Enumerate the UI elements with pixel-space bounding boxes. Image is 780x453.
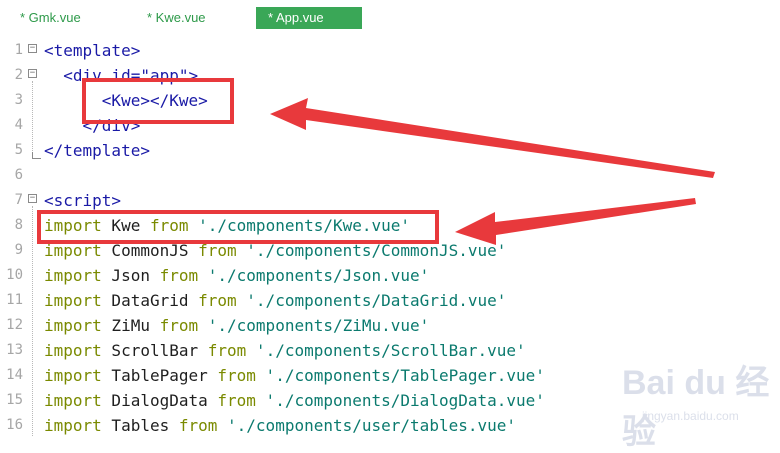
baidu-watermark: Bai du 经验 jingyan.baidu.com xyxy=(622,355,772,451)
arrow-to-kwe-tag xyxy=(270,98,715,178)
arrow-to-import-line xyxy=(455,198,696,245)
watermark-logo: Bai du 经验 xyxy=(622,364,770,451)
watermark-url: jingyan.baidu.com xyxy=(642,409,739,423)
